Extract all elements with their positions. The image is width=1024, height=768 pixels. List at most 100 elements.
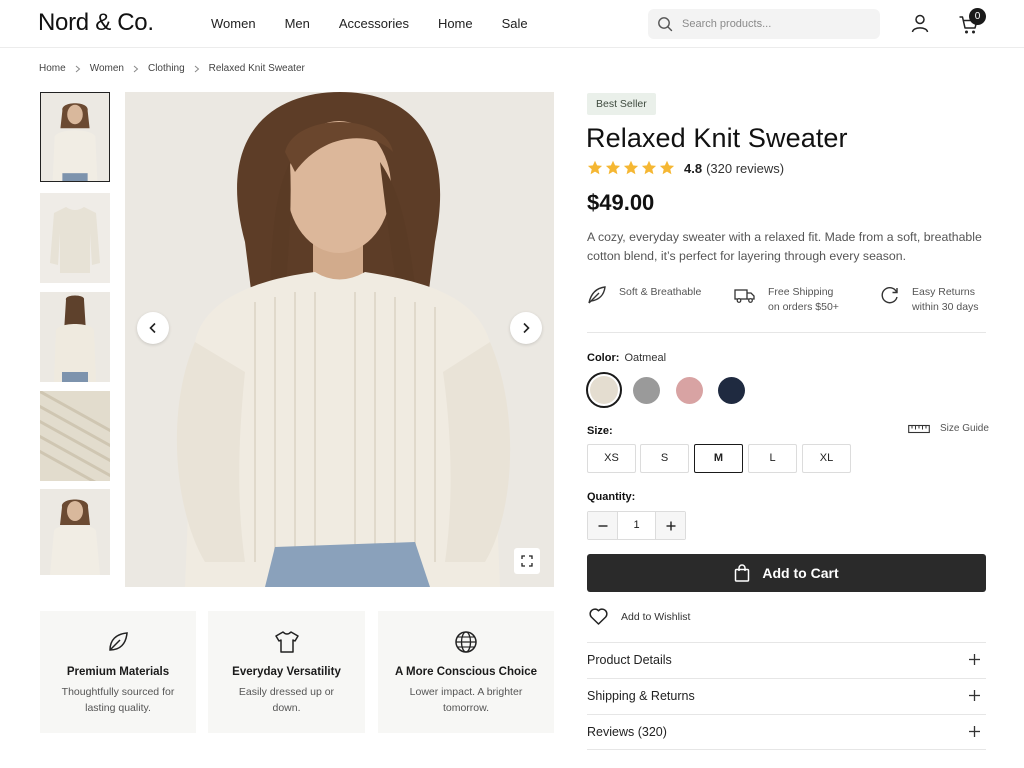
size-option-s[interactable]: S: [640, 444, 689, 473]
accordion-product-details[interactable]: Product Details: [587, 642, 986, 678]
chevron-right-icon: [75, 65, 81, 73]
product-description: A cozy, everyday sweater with a relaxed …: [587, 230, 982, 263]
globe-icon: [455, 631, 477, 653]
brand-logo[interactable]: Nord & Co.: [38, 9, 154, 37]
feature-description: Thoughtfully sourced for lasting quality…: [61, 686, 175, 714]
chevron-right-icon: [133, 65, 139, 73]
search-box: [648, 9, 880, 39]
minus-icon: [598, 524, 607, 527]
star-icon: [587, 160, 603, 175]
plus-icon: [666, 521, 675, 530]
feature-card-conscious: A More Conscious Choice Lower impact. A …: [378, 611, 554, 733]
cart-count-badge: 0: [969, 8, 986, 25]
tshirt-icon: [274, 631, 299, 653]
perk-line1: Soft & Breathable: [619, 286, 702, 298]
accordion-title: Reviews (320): [587, 725, 667, 739]
leaf-icon: [109, 632, 128, 651]
size-option-l[interactable]: L: [748, 444, 797, 473]
size-option-xs[interactable]: XS: [587, 444, 636, 473]
perk-breathable: Soft & Breathable: [587, 285, 701, 305]
product-perks: Soft & Breathable Free Shipping on orders…: [587, 285, 986, 331]
return-icon: [881, 287, 898, 304]
feature-title: Everyday Versatility: [232, 666, 341, 678]
thumbnail-sweater-flat[interactable]: [40, 193, 110, 283]
perk-line1: Easy Returns: [912, 286, 976, 298]
accordion-title: Shipping & Returns: [587, 689, 695, 703]
size-option-m[interactable]: M: [694, 444, 743, 473]
section-divider: [587, 332, 986, 333]
best-seller-badge: Best Seller: [587, 93, 656, 115]
user-icon: [911, 14, 929, 33]
breadcrumb-home[interactable]: Home: [39, 63, 66, 74]
size-guide-label: Size Guide: [940, 423, 989, 434]
feature-description: Lower impact. A brighter tomorrow.: [409, 686, 523, 714]
add-to-wishlist-button[interactable]: Add to Wishlist: [589, 608, 690, 625]
perk-line2: within 30 days: [912, 301, 979, 313]
image-fullscreen-button[interactable]: [514, 548, 540, 574]
quantity-increase-button[interactable]: [656, 512, 685, 539]
reviews-link[interactable]: (320 reviews): [706, 161, 784, 176]
star-icon: [659, 160, 675, 175]
size-guide-link[interactable]: Size Guide: [908, 423, 989, 434]
quantity-label: Quantity:: [587, 491, 636, 503]
breadcrumb: Home Women Clothing Relaxed Knit Sweater: [39, 63, 305, 74]
accordion-shipping-returns[interactable]: Shipping & Returns: [587, 678, 986, 714]
product-main-image: [125, 92, 554, 587]
plus-icon: [969, 726, 980, 737]
feather-icon: [588, 286, 606, 304]
search-input[interactable]: [682, 15, 872, 33]
swatch-oatmeal[interactable]: [590, 376, 618, 404]
quantity-value[interactable]: 1: [617, 512, 656, 539]
selected-color-name: Oatmeal: [624, 352, 667, 364]
rating-score: 4.8: [684, 160, 703, 176]
size-option-xl[interactable]: XL: [802, 444, 851, 473]
ruler-icon: [908, 424, 930, 433]
plus-icon: [969, 690, 980, 701]
swatch-rose[interactable]: [676, 377, 703, 404]
breadcrumb-clothing[interactable]: Clothing: [148, 63, 185, 74]
breadcrumb-women[interactable]: Women: [90, 63, 124, 74]
thumbnail-model-hands[interactable]: [40, 489, 110, 575]
swatch-grey[interactable]: [633, 377, 660, 404]
size-label: Size:: [587, 425, 613, 437]
breadcrumb-current: Relaxed Knit Sweater: [208, 63, 305, 74]
perk-shipping: Free Shipping on orders $50+: [734, 285, 839, 315]
feature-description: Easily dressed up or down.: [238, 686, 335, 714]
perk-line1: Free Shipping: [768, 286, 834, 298]
quantity-stepper: 1: [587, 511, 686, 540]
product-title: Relaxed Knit Sweater: [586, 123, 848, 153]
chevron-right-icon: [523, 322, 530, 334]
thumbnail-model-back[interactable]: [40, 292, 110, 382]
quantity-decrease-button[interactable]: [588, 512, 617, 539]
nav-women[interactable]: Women: [211, 16, 256, 31]
feature-card-materials: Premium Materials Thoughtfully sourced f…: [40, 611, 196, 733]
chevron-right-icon: [194, 65, 200, 73]
feature-card-versatility: Everyday Versatility Easily dressed up o…: [208, 611, 365, 733]
rating-stars: [587, 160, 675, 176]
swatch-navy[interactable]: [718, 377, 745, 404]
star-icon: [623, 160, 639, 175]
nav-sale[interactable]: Sale: [502, 16, 528, 31]
product-price: $49.00: [587, 190, 655, 215]
accordion-title: Product Details: [587, 653, 672, 667]
site-header: Nord & Co. Women Men Accessories Home Sa…: [0, 0, 1024, 48]
accordion-reviews[interactable]: Reviews (320): [587, 714, 986, 750]
wishlist-label: Add to Wishlist: [621, 610, 691, 623]
star-icon: [605, 160, 621, 175]
color-label: Color: Oatmeal: [587, 352, 667, 364]
heart-icon: [589, 608, 608, 625]
thumbnail-knit-texture[interactable]: [40, 391, 110, 481]
nav-accessories[interactable]: Accessories: [339, 16, 409, 31]
nav-men[interactable]: Men: [285, 16, 310, 31]
feature-title: Premium Materials: [66, 666, 170, 678]
plus-icon: [969, 654, 980, 665]
add-to-cart-button[interactable]: Add to Cart: [587, 554, 986, 592]
truck-icon: [734, 289, 755, 303]
account-button[interactable]: [910, 13, 930, 35]
chevron-left-icon: [149, 322, 156, 334]
image-prev-button[interactable]: [137, 312, 169, 344]
thumbnail-model-front[interactable]: [40, 92, 110, 182]
image-next-button[interactable]: [510, 312, 542, 344]
feature-title: A More Conscious Choice: [394, 666, 538, 678]
nav-home[interactable]: Home: [438, 16, 473, 31]
